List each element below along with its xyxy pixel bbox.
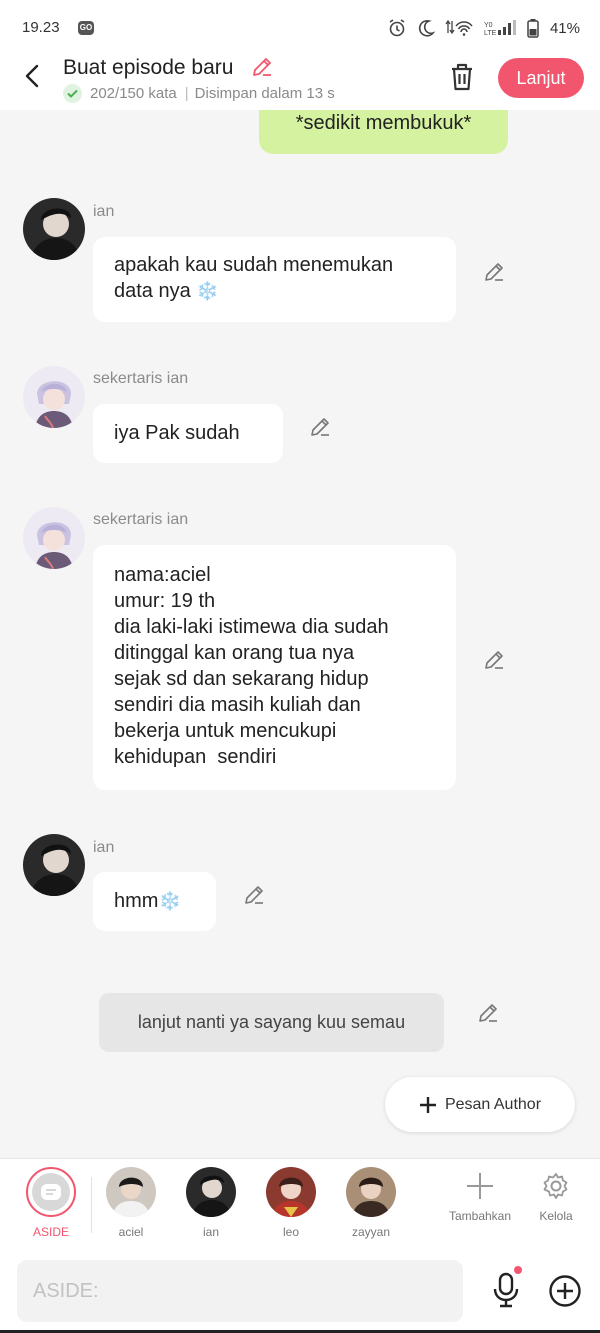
avatar-ian[interactable] bbox=[23, 834, 85, 896]
sender-name: ian bbox=[93, 839, 115, 856]
message-line: dia laki-laki istimewa dia sudah bbox=[114, 616, 389, 638]
message-line: kehidupan sendiri bbox=[114, 746, 277, 768]
add-attachment-button[interactable] bbox=[548, 1274, 582, 1308]
add-character-button[interactable]: Tambahkan bbox=[448, 1171, 512, 1223]
chat-bubble-icon bbox=[41, 1184, 61, 1200]
edit-message-button[interactable] bbox=[308, 415, 332, 439]
saved-status: Disimpan dalam 13 s bbox=[194, 85, 335, 102]
message-text: hmm bbox=[114, 890, 159, 912]
message-text: apakah kau sudah menemukan data nya bbox=[114, 254, 394, 302]
character-aside[interactable]: ASIDE bbox=[21, 1167, 81, 1239]
message-line: umur: 19 th bbox=[114, 590, 216, 612]
message-input[interactable] bbox=[17, 1260, 463, 1322]
avatar-sekertaris-ian[interactable] bbox=[23, 507, 85, 569]
sender-name: sekertaris ian bbox=[93, 511, 189, 528]
chat-area[interactable]: *sedikit membukuk* ian apakah kau sudah … bbox=[0, 110, 600, 1158]
character-leo[interactable]: leo bbox=[261, 1167, 321, 1239]
plus-circle-icon bbox=[549, 1275, 581, 1307]
self-message-bubble[interactable]: *sedikit membukuk* bbox=[259, 110, 508, 154]
gear-icon bbox=[543, 1173, 568, 1199]
avatar bbox=[346, 1167, 396, 1217]
sender-name: ian bbox=[93, 203, 115, 220]
pencil-icon bbox=[485, 651, 503, 669]
delete-button[interactable] bbox=[448, 62, 476, 92]
alarm-icon bbox=[389, 19, 405, 37]
page-title: Buat episode baru bbox=[63, 56, 234, 79]
status-time: 19.23 bbox=[22, 19, 60, 36]
snowflake-emoji: ❄️ bbox=[196, 281, 219, 301]
aside-message-bubble[interactable]: lanjut nanti ya sayang kuu semau bbox=[99, 993, 444, 1052]
check-icon bbox=[63, 84, 82, 103]
character-ian[interactable]: ian bbox=[181, 1167, 241, 1239]
edit-title-button[interactable] bbox=[250, 55, 274, 79]
message-line: nama:aciel bbox=[114, 564, 211, 586]
author-message-button[interactable]: Pesan Author bbox=[385, 1077, 575, 1132]
manage-characters-button[interactable]: Kelola bbox=[530, 1171, 582, 1223]
avatar bbox=[266, 1167, 316, 1217]
character-bar: ASIDE aciel ian leo zayyan Tambahkan Kel… bbox=[0, 1158, 600, 1250]
status-icons: Y0 LTE 41% bbox=[387, 17, 580, 39]
message-text: iya Pak sudah bbox=[114, 422, 240, 444]
svg-text:LTE: LTE bbox=[484, 30, 497, 37]
author-message-label: Pesan Author bbox=[444, 1095, 542, 1113]
edit-message-button[interactable] bbox=[482, 260, 506, 284]
back-arrow-icon bbox=[25, 64, 39, 88]
trash-icon bbox=[452, 63, 472, 91]
character-label: leo bbox=[282, 1225, 299, 1239]
next-button[interactable]: Lanjut bbox=[498, 58, 584, 98]
separator: | bbox=[184, 85, 189, 102]
plus-icon bbox=[419, 1096, 436, 1113]
header: Buat episode baru 202/150 kata | Disimpa… bbox=[0, 50, 600, 110]
add-character-label: Tambahkan bbox=[448, 1209, 512, 1223]
save-status: 202/150 kata | Disimpan dalam 13 s bbox=[63, 84, 335, 103]
character-label: ian bbox=[202, 1225, 219, 1239]
edit-message-button[interactable] bbox=[482, 648, 506, 672]
character-aciel[interactable]: aciel bbox=[101, 1167, 161, 1239]
avatar bbox=[186, 1167, 236, 1217]
message-bubble[interactable]: hmm❄️ bbox=[93, 872, 216, 931]
pencil-icon bbox=[311, 418, 329, 436]
edit-message-button[interactable] bbox=[242, 883, 266, 907]
message-bubble[interactable]: iya Pak sudah bbox=[93, 404, 283, 463]
avatar-ian[interactable] bbox=[23, 198, 85, 260]
input-bar bbox=[0, 1250, 600, 1333]
word-count: 202/150 kata bbox=[90, 85, 177, 102]
sender-name: sekertaris ian bbox=[93, 370, 189, 387]
message-line: sendiri dia masih kuliah dan bbox=[114, 694, 361, 716]
snowflake-emoji: ❄️ bbox=[158, 891, 181, 911]
divider bbox=[91, 1177, 92, 1233]
wifi-icon bbox=[445, 19, 473, 36]
character-zayyan[interactable]: zayyan bbox=[341, 1167, 401, 1239]
svg-text:Y0: Y0 bbox=[484, 22, 493, 29]
pencil-icon bbox=[253, 58, 271, 76]
signal-icon: Y0LTE bbox=[484, 20, 516, 37]
message-line: bekerja untuk mencukupi bbox=[114, 720, 337, 742]
avatar-sekertaris-ian[interactable] bbox=[23, 366, 85, 428]
aside-text: lanjut nanti ya sayang kuu semau bbox=[137, 1012, 406, 1032]
manage-characters-label: Kelola bbox=[539, 1209, 573, 1223]
avatar bbox=[106, 1167, 156, 1217]
notification-dot bbox=[514, 1266, 522, 1274]
pencil-icon bbox=[245, 886, 263, 904]
character-label: ASIDE bbox=[32, 1225, 69, 1239]
status-bar: 19.23 GO Y0 LTE 41% bbox=[0, 0, 600, 56]
edit-message-button[interactable] bbox=[476, 1001, 500, 1025]
plus-icon bbox=[467, 1173, 493, 1199]
message-line: ditinggal kan orang tua nya bbox=[114, 642, 355, 664]
moon-icon bbox=[418, 19, 436, 37]
pencil-icon bbox=[485, 263, 503, 281]
back-button[interactable] bbox=[20, 62, 44, 90]
character-label: zayyan bbox=[351, 1225, 391, 1239]
message-line: sejak sd dan sekarang hidup bbox=[114, 668, 369, 690]
character-label: aciel bbox=[118, 1225, 144, 1239]
message-bubble[interactable]: apakah kau sudah menemukan data nya ❄️ bbox=[93, 237, 456, 322]
battery-percent: 41% bbox=[549, 19, 580, 37]
message-bubble[interactable]: nama:aciel umur: 19 th dia laki-laki ist… bbox=[93, 545, 456, 790]
app-badge-icon: GO bbox=[78, 21, 94, 35]
microphone-icon bbox=[493, 1272, 519, 1308]
microphone-button[interactable] bbox=[490, 1272, 522, 1308]
battery-icon bbox=[527, 19, 539, 38]
pencil-icon bbox=[479, 1004, 497, 1022]
aside-avatar bbox=[26, 1167, 76, 1217]
